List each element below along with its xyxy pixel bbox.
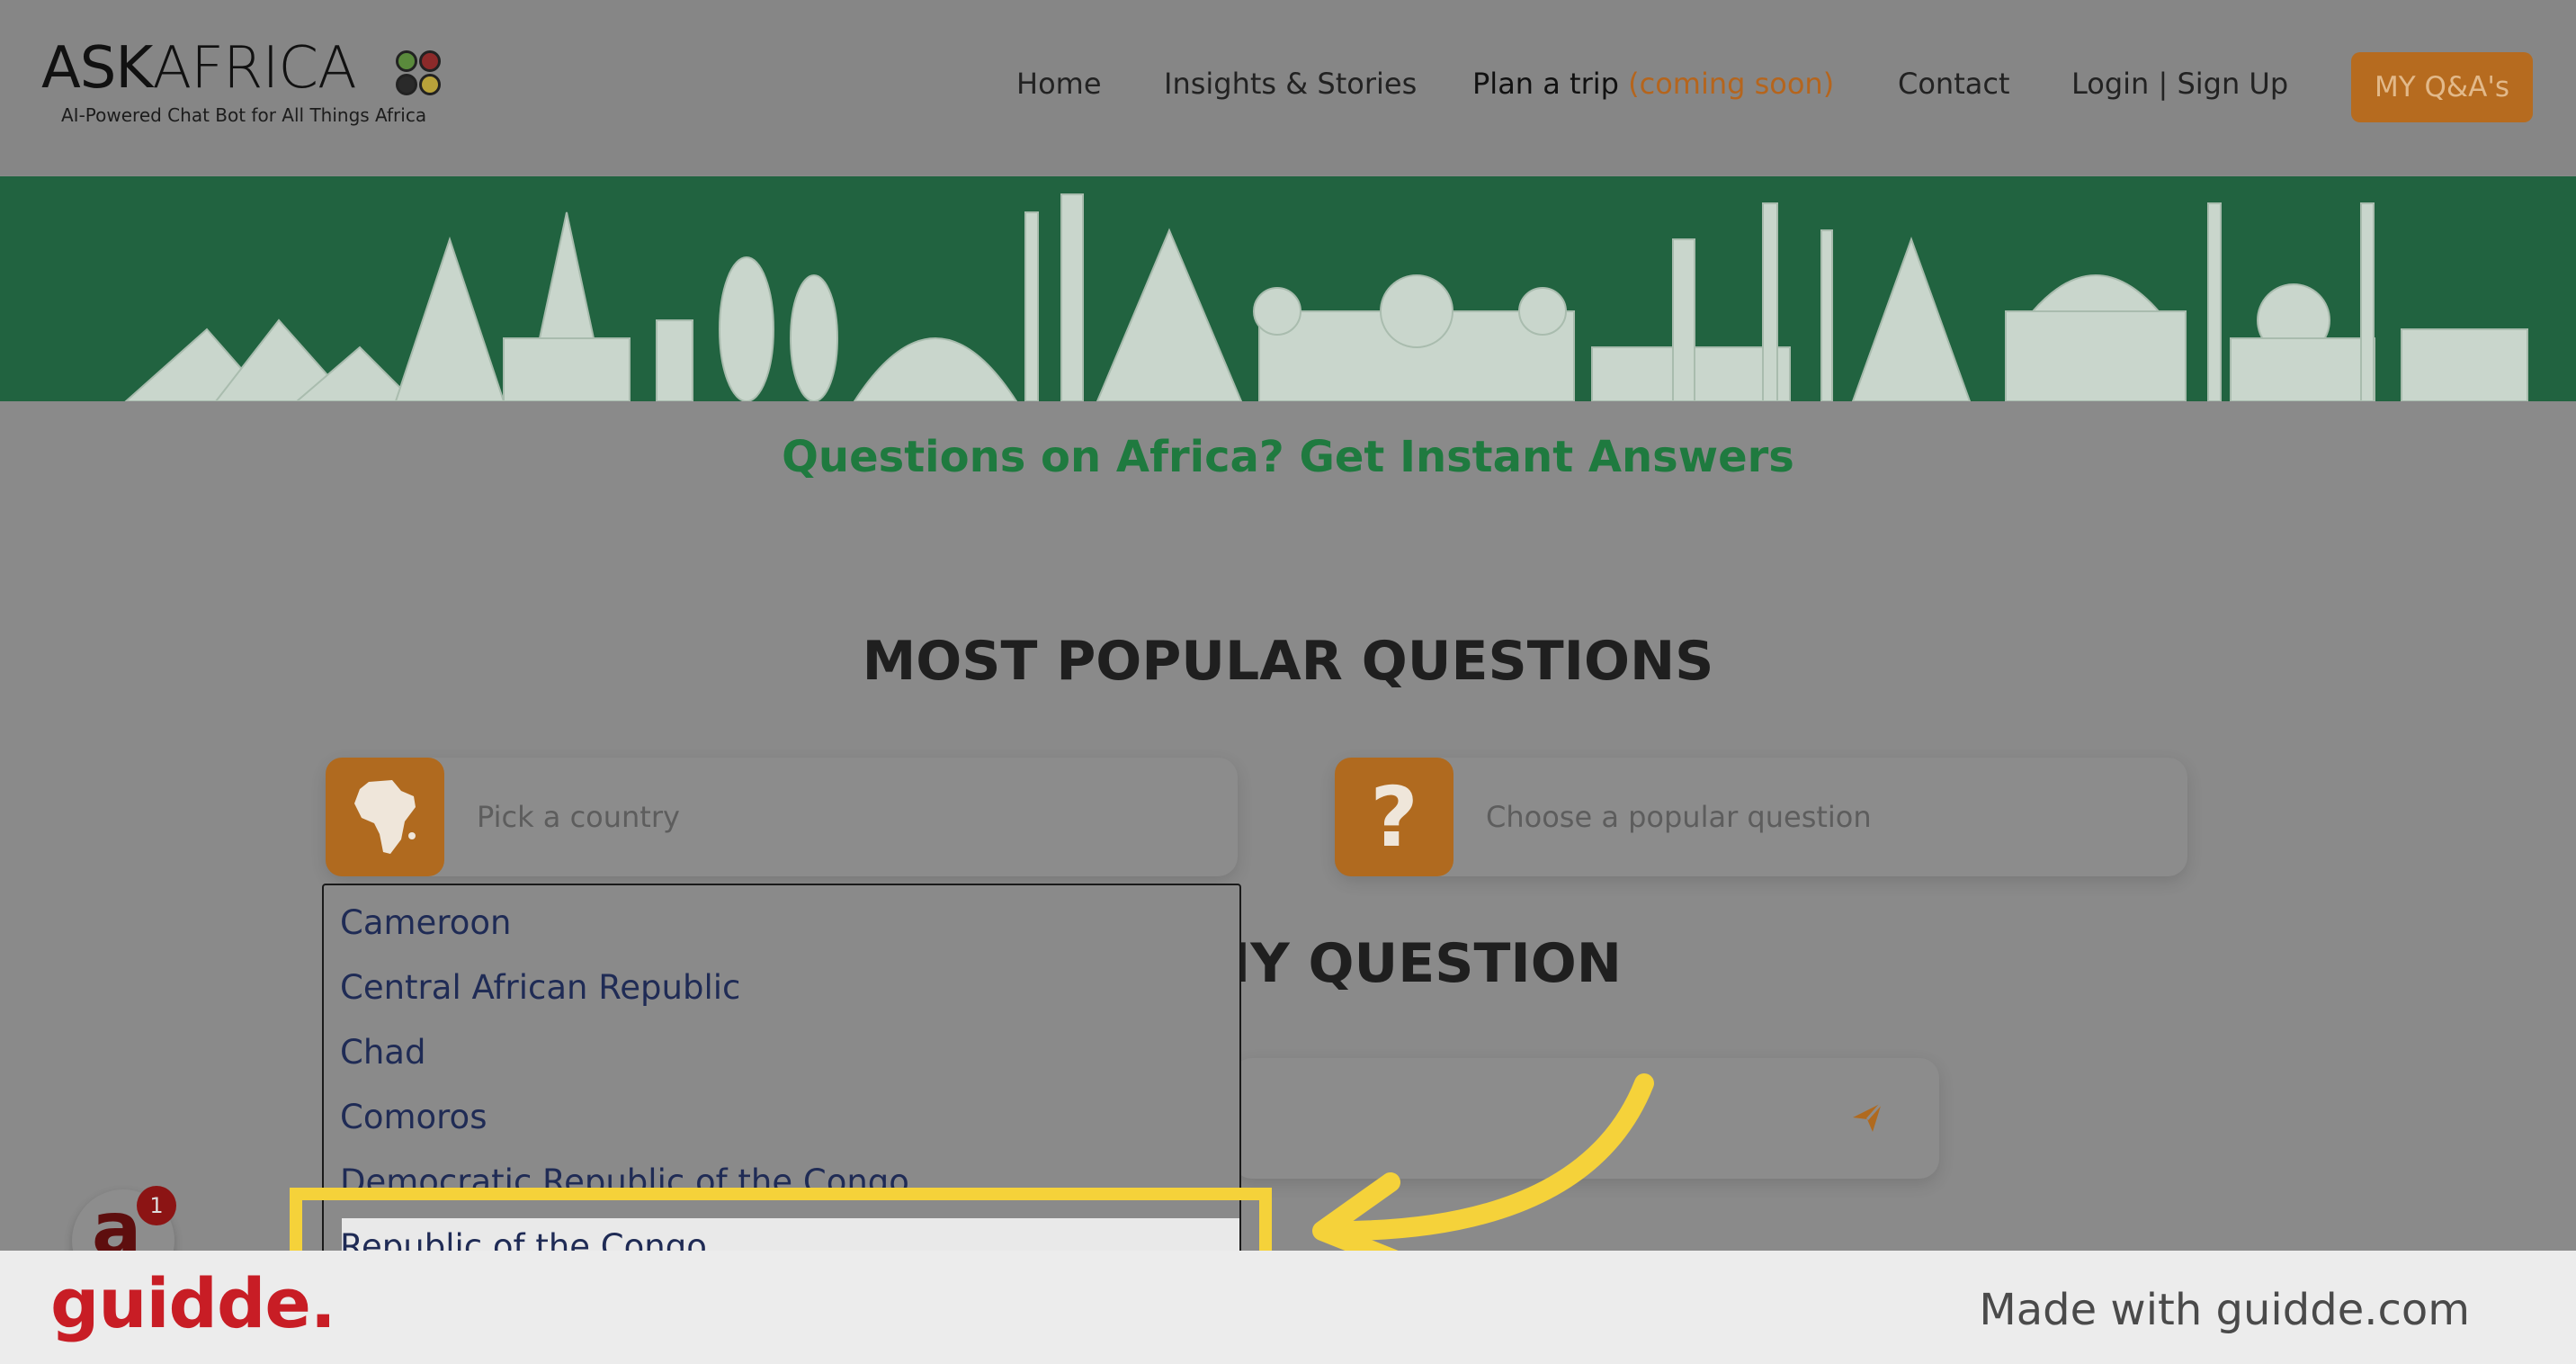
made-with-text[interactable]: Made with guidde.com xyxy=(1979,1285,2470,1335)
pointer-arrow-icon xyxy=(1312,1073,1654,1251)
page: ASKAFRICA AI-Powered Chat Bot for All Th… xyxy=(0,0,2576,1251)
guidde-footer: guidde. Made with guidde.com xyxy=(0,1251,2576,1364)
guidde-logo[interactable]: guidde. xyxy=(50,1263,336,1343)
notification-count-badge: 1 xyxy=(137,1186,176,1225)
badge-letter: a xyxy=(92,1187,142,1252)
